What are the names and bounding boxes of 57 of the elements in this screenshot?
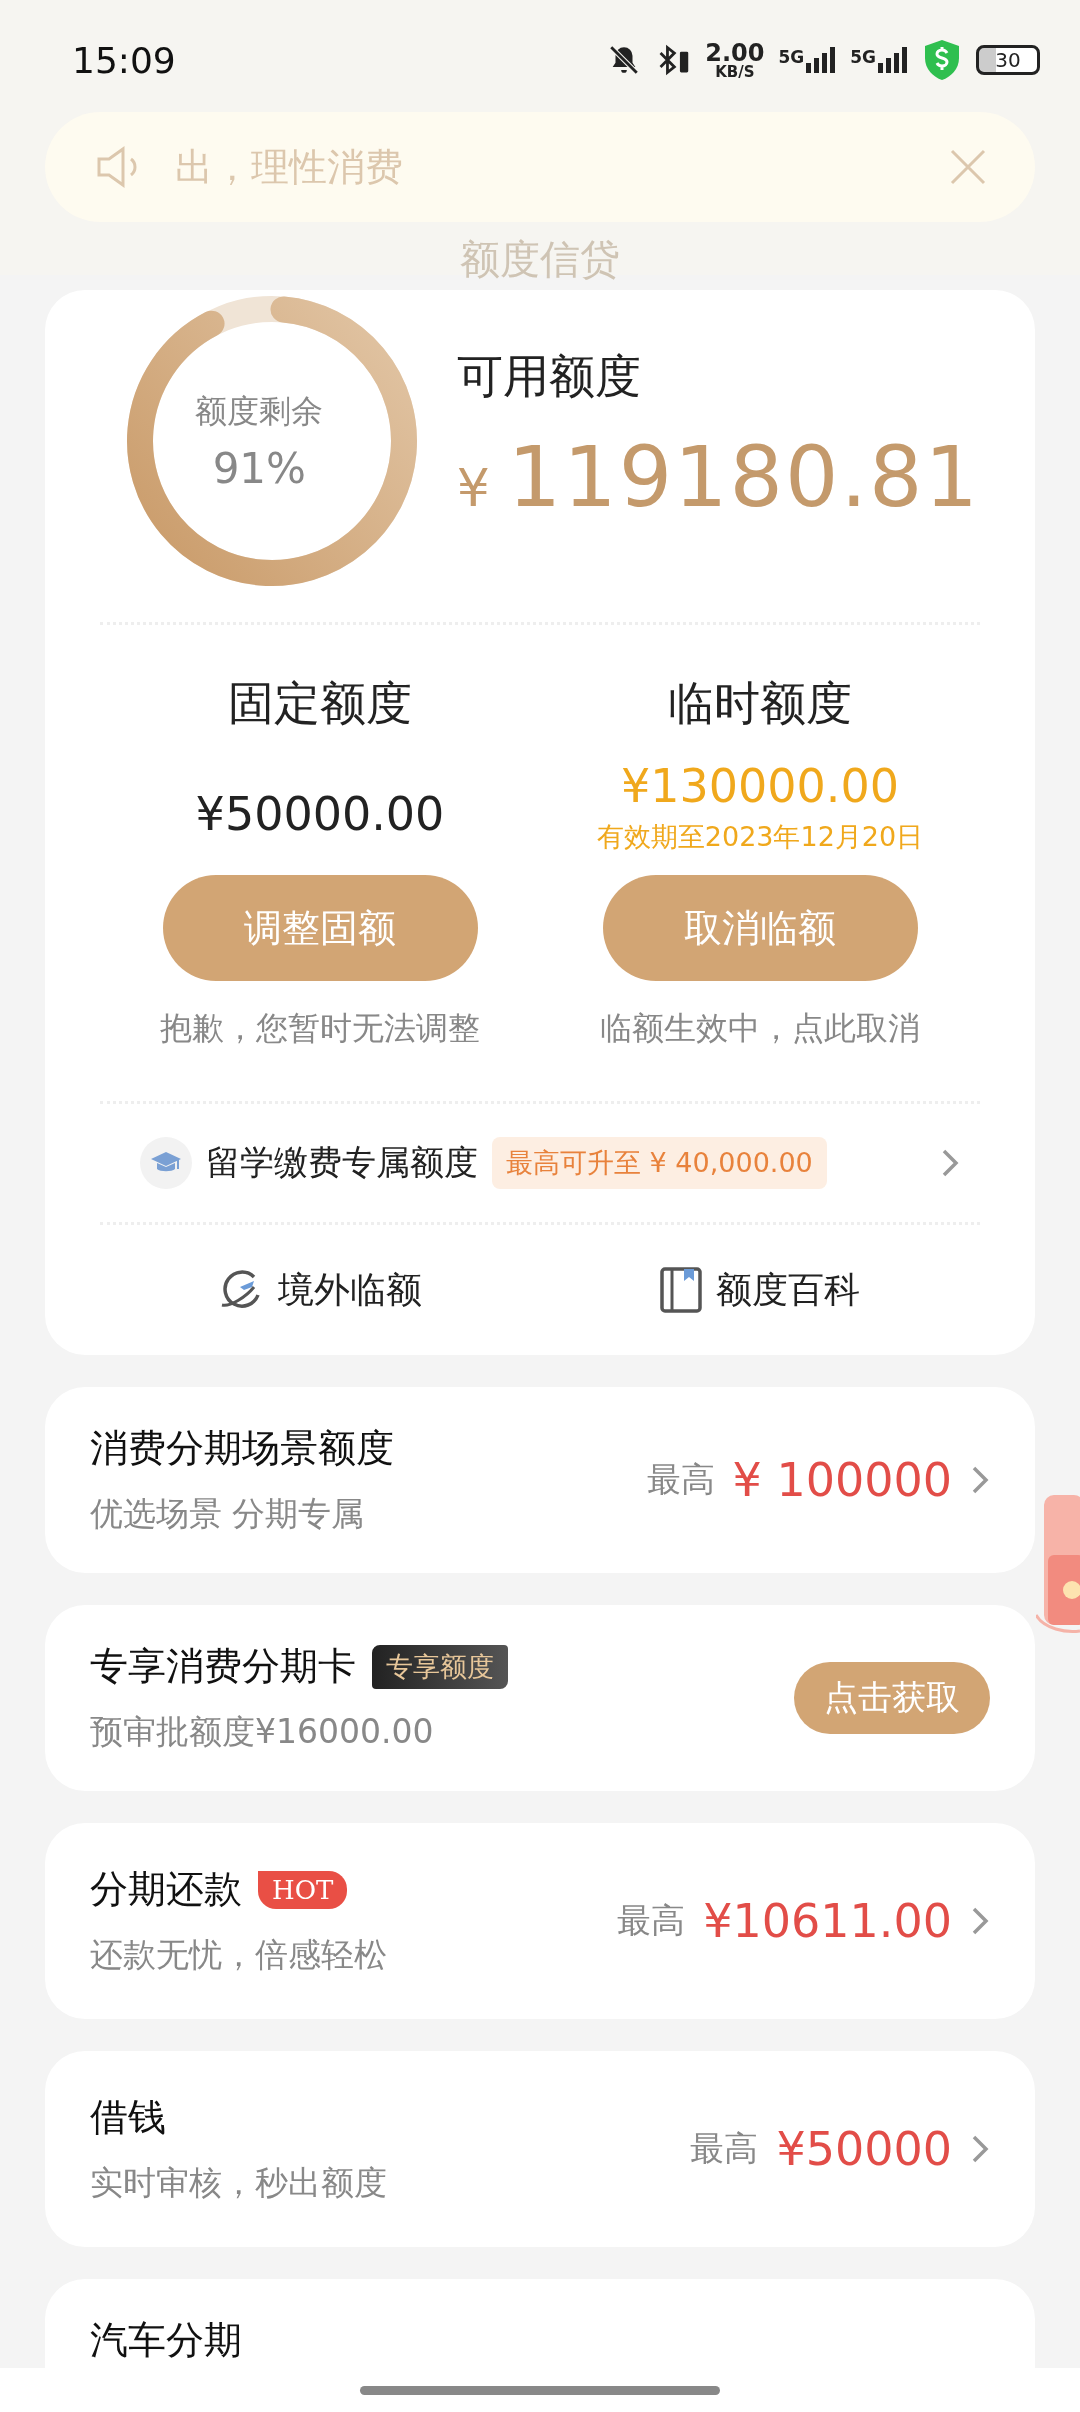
max-amount: ¥ 100000	[732, 1453, 952, 1507]
product-card[interactable]: 汽车分期	[45, 2279, 1035, 2368]
chevron-right-icon	[940, 1147, 960, 1179]
study-credit-label[interactable]: 留学缴费专属额度	[206, 1140, 478, 1186]
max-label: 最高	[617, 1899, 686, 1942]
notice-text: 出，理性消费	[175, 143, 404, 191]
battery-level: 30	[976, 45, 1040, 75]
shortcut-link[interactable]: 境外临额	[100, 1225, 540, 1355]
ring-percent: 91%	[212, 443, 306, 493]
status-time: 15:09	[72, 39, 176, 81]
max-label: 最高	[646, 1458, 715, 1501]
study-credit-tag: 最高可升至 ¥ 40,000.00	[492, 1137, 827, 1189]
product-title: 分期还款	[90, 1866, 242, 1913]
chevron-right-icon	[970, 1464, 990, 1496]
home-indicator[interactable]	[360, 2385, 720, 2395]
max-amount: ¥10611.00	[703, 1894, 952, 1948]
limit-title: 临时额度	[668, 675, 852, 732]
available-amount: ¥ 119180.81	[456, 428, 980, 526]
limit-amount: ¥130000.00	[621, 759, 899, 815]
product-badge: 专享额度	[372, 1644, 508, 1689]
product-card[interactable]: 专享消费分期卡 专享额度 预审批额度¥16000.00 点击获取	[45, 1605, 1035, 1791]
signal-icon	[878, 47, 908, 73]
available-label: 可用额度	[456, 348, 642, 405]
product-subtitle: 实时审核，秒出额度	[90, 2162, 388, 2204]
limit-amount: ¥50000.00	[195, 786, 445, 843]
network-type: 5G	[850, 47, 876, 67]
page-title: 额度信贷	[460, 235, 620, 284]
limit-note: 抱歉，您暂时无法调整	[160, 1008, 480, 1049]
product-card[interactable]: 借钱 实时审核，秒出额度 最高 ¥50000	[45, 2051, 1035, 2247]
signal-icon	[806, 47, 837, 73]
limit-title: 固定额度	[228, 675, 412, 732]
product-card[interactable]: 消费分期场景额度 优选场景 分期专属 最高 ¥ 100000	[45, 1387, 1035, 1573]
product-title: 消费分期场景额度	[90, 1425, 394, 1472]
validity-text: 有效期至2023年12月20日	[596, 820, 924, 854]
product-title: 专享消费分期卡	[90, 1643, 356, 1690]
network-speed-unit: KB/S	[715, 64, 755, 80]
book-icon	[660, 1267, 702, 1313]
close-icon[interactable]	[949, 148, 987, 186]
chevron-right-icon	[970, 1905, 990, 1937]
ring-label: 额度剩余	[195, 390, 324, 432]
product-title: 汽车分期	[90, 2317, 242, 2364]
product-badge: HOT	[258, 1870, 348, 1909]
product-subtitle: 优选场景 分期专属	[90, 1493, 366, 1535]
product-title: 借钱	[90, 2094, 166, 2141]
product-card[interactable]: 分期还款 HOT 还款无忧，倍感轻松 最高 ¥10611.00	[45, 1823, 1035, 2019]
envelope-icon[interactable]	[1036, 1495, 1080, 1635]
product-subtitle: 预审批额度¥16000.00	[90, 1711, 435, 1753]
limit-note: 临额生效中，点此取消	[600, 1008, 920, 1049]
network-type: 5G	[778, 47, 805, 67]
chevron-right-icon	[970, 2133, 990, 2165]
shield-icon	[922, 38, 962, 82]
graduation-cap-icon	[140, 1137, 192, 1189]
network-speed: 2.00	[705, 40, 765, 65]
max-amount: ¥50000	[776, 2122, 952, 2176]
product-subtitle: 还款无忧，倍感轻松	[90, 1934, 388, 1976]
max-label: 最高	[690, 2127, 759, 2170]
shortcut-link[interactable]: 额度百科	[540, 1225, 980, 1355]
